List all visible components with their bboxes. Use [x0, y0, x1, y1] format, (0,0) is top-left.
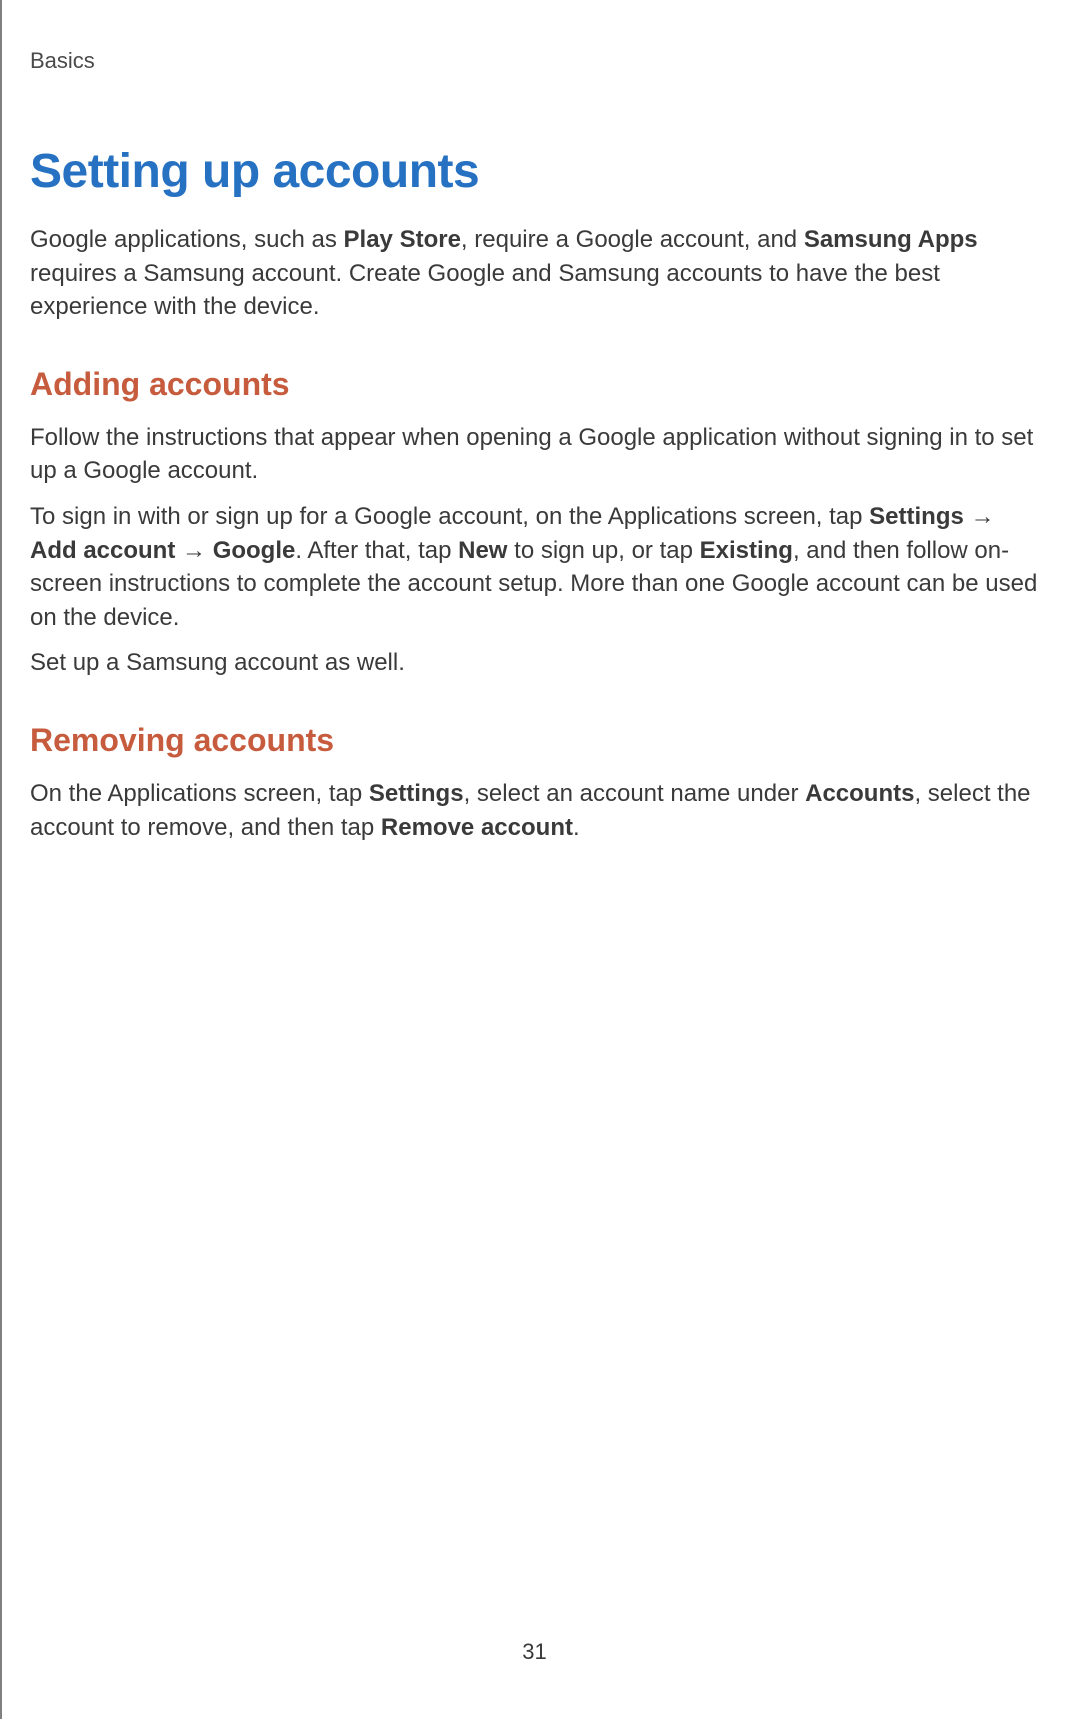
bold-text: Add account — [30, 537, 175, 564]
page-title: Setting up accounts — [30, 144, 1039, 199]
bold-text: Samsung Apps — [804, 226, 978, 253]
intro-paragraph: Google applications, such as Play Store,… — [30, 223, 1039, 324]
page-content: Basics Setting up accounts Google applic… — [2, 0, 1067, 844]
body-paragraph: Set up a Samsung account as well. — [30, 646, 1039, 680]
body-paragraph: Follow the instructions that appear when… — [30, 421, 1039, 488]
body-paragraph: On the Applications screen, tap Settings… — [30, 777, 1039, 844]
section-heading-adding: Adding accounts — [30, 366, 1039, 403]
text: , select an account name under — [464, 780, 806, 807]
arrow-icon: → — [175, 537, 212, 564]
text: , require a Google account, and — [461, 226, 804, 253]
text: . After that, tap — [295, 537, 458, 564]
text: To sign in with or sign up for a Google … — [30, 503, 869, 530]
body-paragraph: To sign in with or sign up for a Google … — [30, 500, 1039, 634]
bold-text: Play Store — [344, 226, 461, 253]
text: On the Applications screen, tap — [30, 780, 369, 807]
bold-text: New — [458, 537, 507, 564]
bold-text: Accounts — [805, 780, 914, 807]
text: to sign up, or tap — [507, 537, 699, 564]
breadcrumb: Basics — [30, 48, 1039, 74]
section-heading-removing: Removing accounts — [30, 722, 1039, 759]
text: requires a Samsung account. Create Googl… — [30, 260, 940, 321]
text: . — [573, 814, 580, 841]
page-number: 31 — [2, 1639, 1067, 1665]
arrow-icon: → — [964, 503, 995, 530]
bold-text: Settings — [369, 780, 464, 807]
bold-text: Google — [213, 537, 296, 564]
bold-text: Existing — [700, 537, 793, 564]
bold-text: Remove account — [381, 814, 573, 841]
text: Google applications, such as — [30, 226, 344, 253]
bold-text: Settings — [869, 503, 964, 530]
